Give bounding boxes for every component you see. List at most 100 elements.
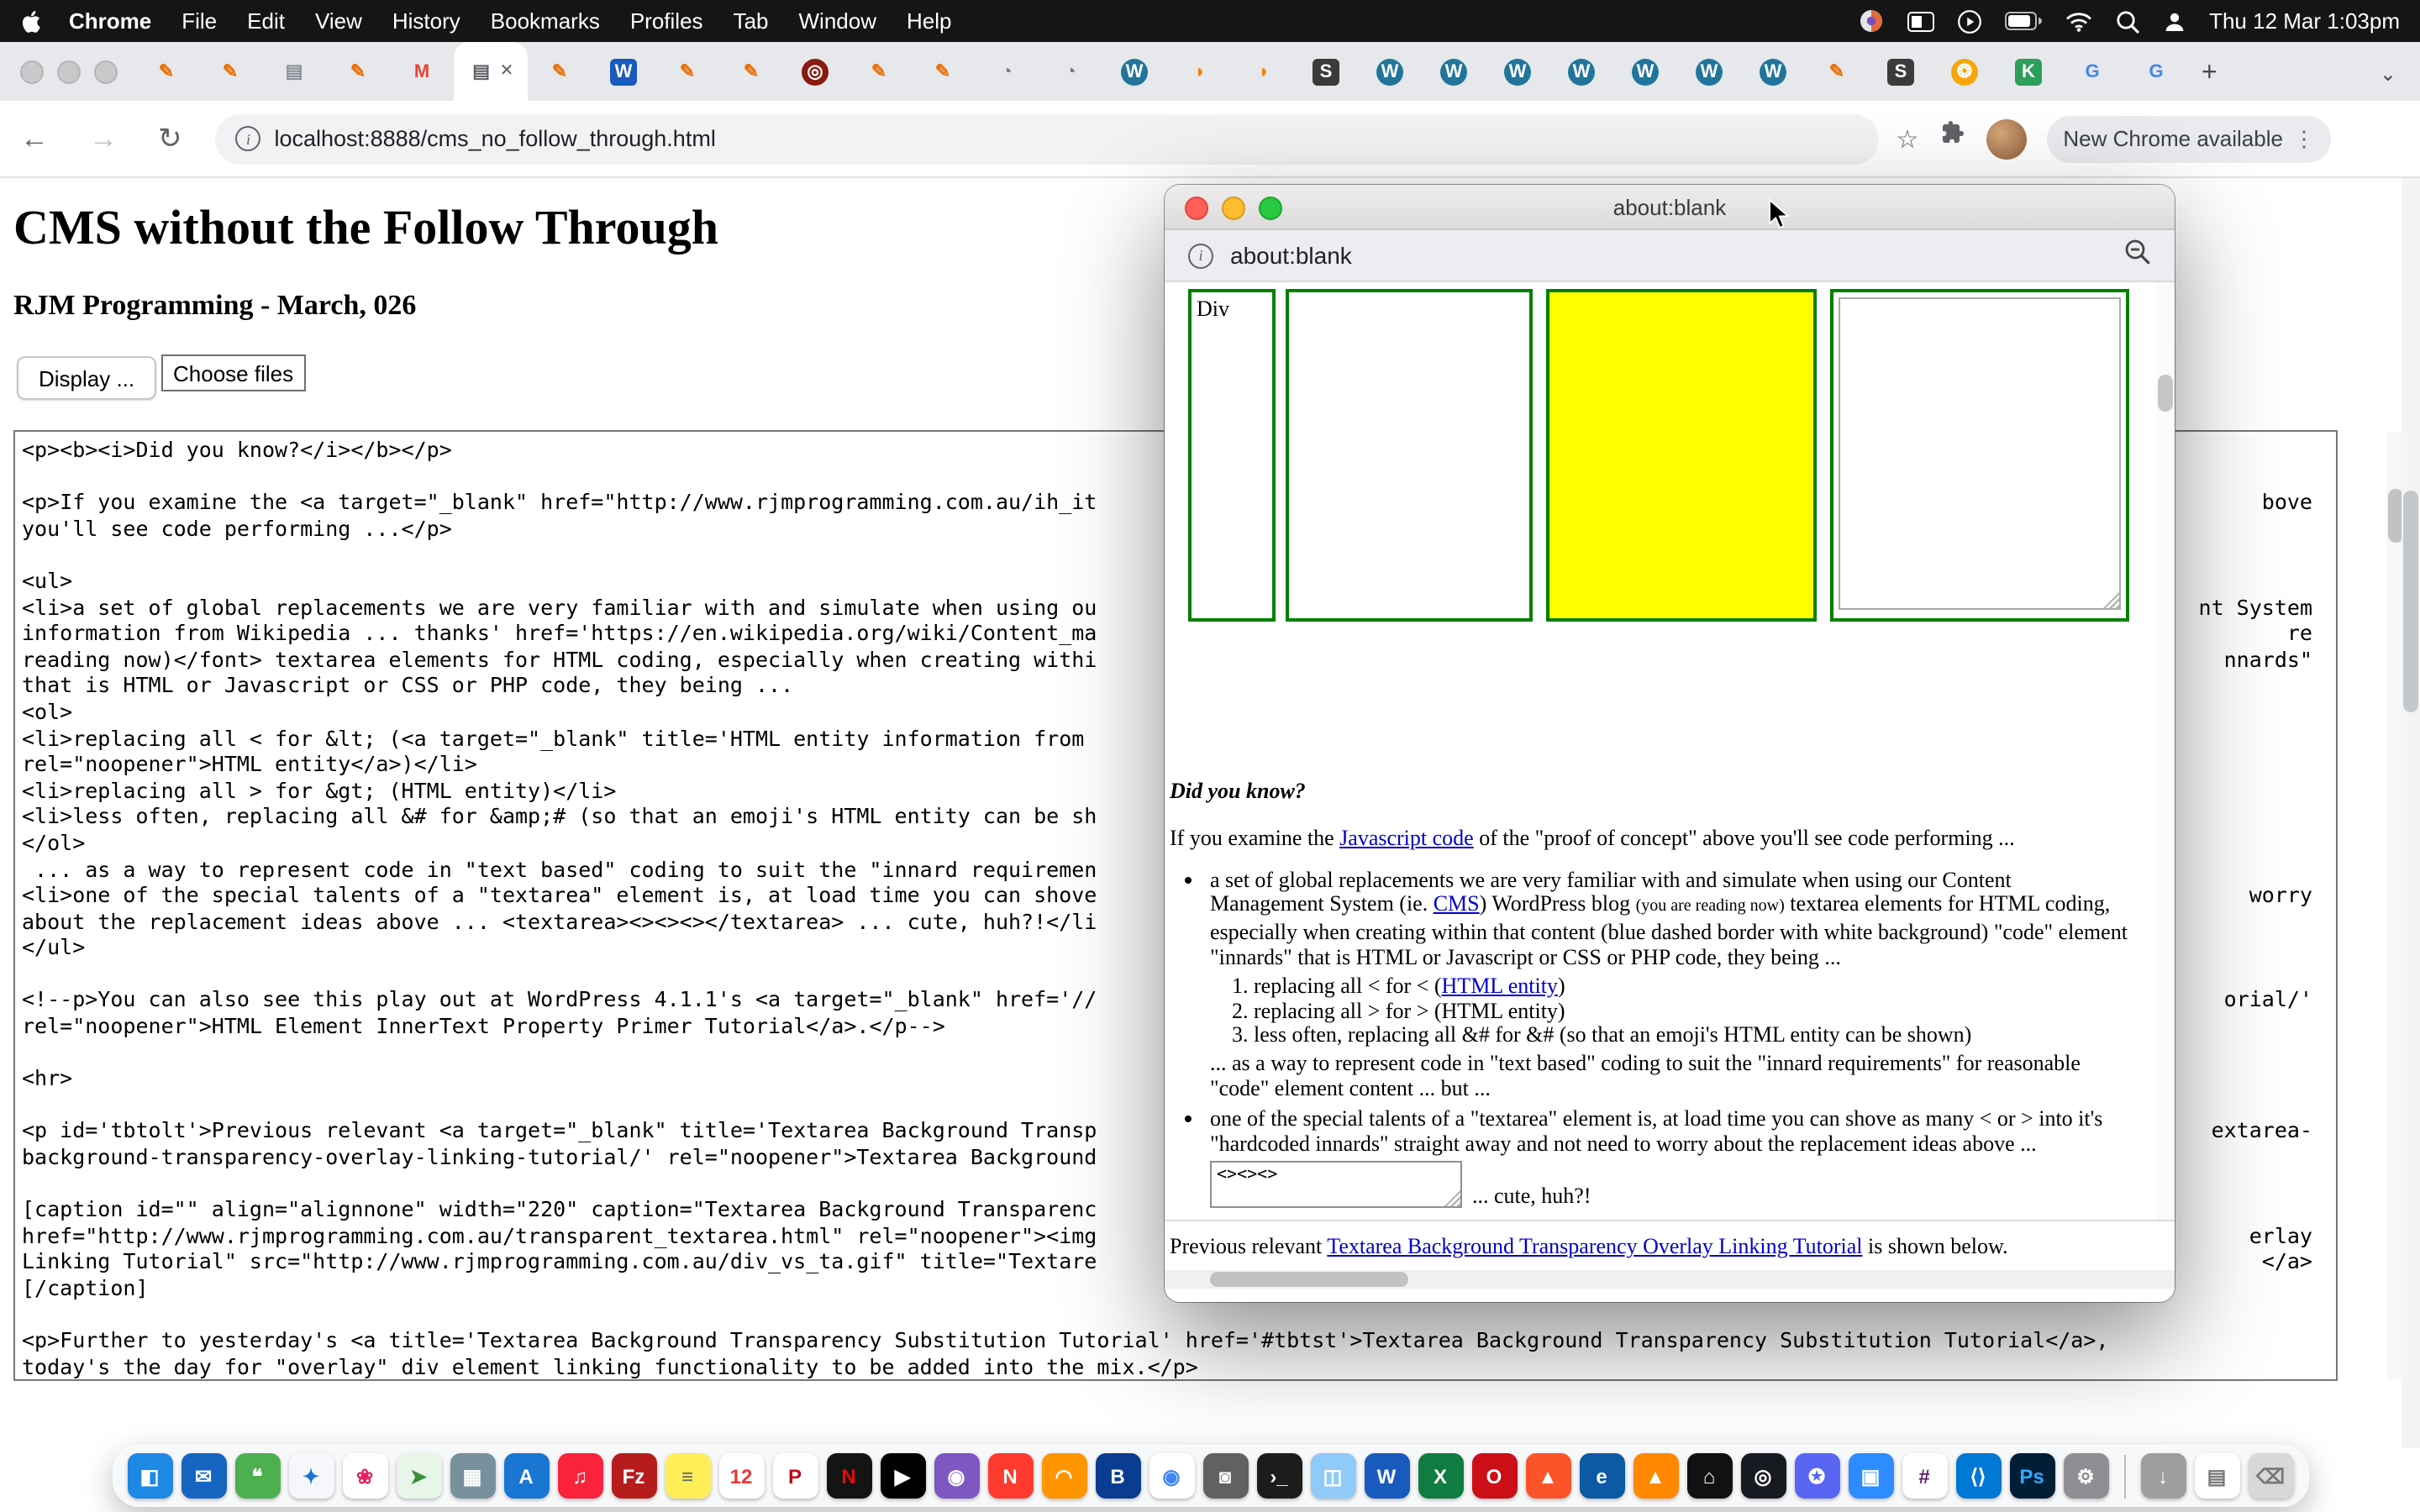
tab-wordpress-5[interactable]: W <box>1549 42 1613 101</box>
extensions-icon[interactable] <box>1939 121 1965 156</box>
dock-word-icon[interactable]: W <box>1364 1453 1409 1499</box>
dock-system-settings-icon[interactable]: ⚙ <box>2063 1453 2108 1499</box>
dock-opera-icon[interactable]: O <box>1471 1453 1517 1499</box>
popup-close-button[interactable] <box>1185 197 1208 220</box>
tab-wordpress-7[interactable]: W <box>1677 42 1741 101</box>
minimize-button[interactable] <box>57 60 81 83</box>
popup-link[interactable]: CMS <box>1434 891 1480 916</box>
tab-clock-1[interactable]: ◔ <box>975 42 1039 101</box>
dock-screenshot-file-icon[interactable]: ▤ <box>2194 1453 2239 1499</box>
popup-titlebar[interactable]: about:blank <box>1165 185 2175 230</box>
tab-s-1[interactable]: S <box>1294 42 1358 101</box>
dock-calendar-icon[interactable]: 12 <box>718 1453 764 1499</box>
page-scrollbar[interactable] <box>2402 178 2420 1448</box>
wifi-icon[interactable] <box>2065 11 2091 31</box>
forward-button[interactable]: → <box>69 122 138 155</box>
tab-clock-2[interactable]: ◔ <box>1039 42 1102 101</box>
window-icon[interactable] <box>1907 11 1933 31</box>
tab-pie-2[interactable]: ◑ <box>1230 42 1294 101</box>
tab-tutorial-4[interactable]: ✎ <box>528 42 592 101</box>
dock-camera-icon[interactable]: ◙ <box>1202 1453 1248 1499</box>
popup-site-info-icon[interactable]: i <box>1188 243 1213 268</box>
dock-firefox-icon[interactable]: ◠ <box>1041 1453 1086 1499</box>
tab-word[interactable]: W <box>592 42 655 101</box>
dock-preview-icon[interactable]: ◫ <box>1310 1453 1355 1499</box>
site-info-icon[interactable]: i <box>236 126 261 151</box>
menu-history[interactable]: History <box>377 8 476 34</box>
tab-k[interactable]: K <box>1996 42 2060 101</box>
dock-tv-icon[interactable]: ▶ <box>880 1453 925 1499</box>
dock-music-icon[interactable]: ♫ <box>557 1453 602 1499</box>
address-bar[interactable]: i localhost:8888/cms_no_follow_through.h… <box>216 113 1880 164</box>
tab-wordpress-6[interactable]: W <box>1613 42 1677 101</box>
popup-address-row[interactable]: i about:blank <box>1165 230 2175 282</box>
dock-terminal-icon[interactable]: ›_ <box>1256 1453 1302 1499</box>
menu-chrome[interactable]: Chrome <box>54 8 166 34</box>
zoom-button[interactable] <box>94 60 118 83</box>
dock-steam-icon[interactable]: ◎ <box>1740 1453 1786 1499</box>
tab-tutorial-1[interactable]: ✎ <box>134 42 198 101</box>
dock-safari-icon[interactable]: ✦ <box>288 1453 334 1499</box>
popup-scrollbar[interactable] <box>2156 282 2175 1220</box>
tab-wordpress-1[interactable]: W <box>1102 42 1166 101</box>
dock-mail-icon[interactable]: ✉ <box>181 1453 226 1499</box>
battery-icon[interactable] <box>2004 12 2041 30</box>
dock-vlc-icon[interactable]: ▲ <box>1633 1453 1678 1499</box>
popup-link[interactable]: Textarea Background Transparency Overlay… <box>1327 1233 1862 1258</box>
dock-netflix-icon[interactable]: N <box>826 1453 871 1499</box>
dock-downloads-icon[interactable]: ↓ <box>2140 1453 2186 1499</box>
tab-page[interactable]: ▤ <box>262 42 326 101</box>
spotlight-icon[interactable] <box>2115 9 2139 33</box>
dock-excel-icon[interactable]: X <box>1418 1453 1463 1499</box>
menu-window[interactable]: Window <box>784 8 892 34</box>
dock-podcasts-icon[interactable]: ◉ <box>934 1453 979 1499</box>
popup-hscrollbar[interactable] <box>1165 1270 2175 1289</box>
dock-messages-icon[interactable]: ❝ <box>234 1453 280 1499</box>
tab-tutorial-3[interactable]: ✎ <box>326 42 390 101</box>
bookmark-icon[interactable]: ☆ <box>1897 123 1919 154</box>
popup-link[interactable]: HTML entity <box>1442 973 1558 998</box>
dock-photos-icon[interactable]: ❀ <box>342 1453 387 1499</box>
zoom-out-icon[interactable] <box>2124 238 2151 273</box>
tab-wordpress-3[interactable]: W <box>1422 42 1486 101</box>
dock-news-icon[interactable]: N <box>987 1453 1033 1499</box>
tab-google-1[interactable]: G <box>2060 42 2124 101</box>
dock-vscode-icon[interactable]: ⟨⟩ <box>1955 1453 2001 1499</box>
popup-zoom-button[interactable] <box>1259 197 1282 220</box>
dock-trash-icon[interactable]: ⌫ <box>2248 1453 2293 1499</box>
menu-edit[interactable]: Edit <box>232 8 300 34</box>
reload-button[interactable]: ↻ <box>138 122 203 155</box>
menu-file[interactable]: File <box>166 8 232 34</box>
tab-search-chevron[interactable]: ⌄ <box>2356 62 2420 86</box>
page-scroll-thumb[interactable] <box>2403 491 2418 712</box>
tab-tutorial-5[interactable]: ✎ <box>655 42 719 101</box>
tab-close-icon[interactable]: ✕ <box>500 62 514 81</box>
profile-avatar[interactable] <box>1986 118 2026 159</box>
popup-link[interactable]: Javascript code <box>1339 825 1474 850</box>
choose-files-input[interactable]: Choose files <box>161 354 305 391</box>
menu-profiles[interactable]: Profiles <box>615 8 718 34</box>
dock-launchpad-icon[interactable]: ▦ <box>450 1453 495 1499</box>
dock-app-store-icon[interactable]: A <box>503 1453 549 1499</box>
dock-zoom-icon[interactable]: ▣ <box>1848 1453 1893 1499</box>
url-text[interactable]: localhost:8888/cms_no_follow_through.htm… <box>275 126 716 151</box>
resize-grip-icon[interactable] <box>2102 591 2119 608</box>
overlay-textarea[interactable] <box>1839 297 2121 610</box>
tab-wordpress-2[interactable]: W <box>1358 42 1422 101</box>
close-button[interactable] <box>20 60 44 83</box>
new-tab-button[interactable]: + <box>2188 59 2231 89</box>
popup-url-text[interactable]: about:blank <box>1230 242 1352 269</box>
dock-notes-icon[interactable]: ≡ <box>665 1453 710 1499</box>
tab-active-localhost[interactable]: ▤✕ <box>454 42 528 101</box>
tab-sun[interactable]: ❂ <box>1933 42 1996 101</box>
dock-photoshop-icon[interactable]: Ps <box>2009 1453 2054 1499</box>
dock-github-icon[interactable]: ⌂ <box>1686 1453 1732 1499</box>
menu-tab[interactable]: Tab <box>718 8 784 34</box>
chrome-menu-icon[interactable]: ⋮ <box>2293 125 2315 152</box>
dock-discord-icon[interactable]: ✪ <box>1794 1453 1839 1499</box>
tab-google-2[interactable]: G <box>2124 42 2188 101</box>
menubar-clock[interactable]: Thu 12 Mar 1:03pm <box>2209 8 2400 34</box>
tab-wordpress-4[interactable]: W <box>1486 42 1549 101</box>
dock-pinterest-icon[interactable]: P <box>772 1453 818 1499</box>
back-button[interactable]: ← <box>0 122 69 155</box>
